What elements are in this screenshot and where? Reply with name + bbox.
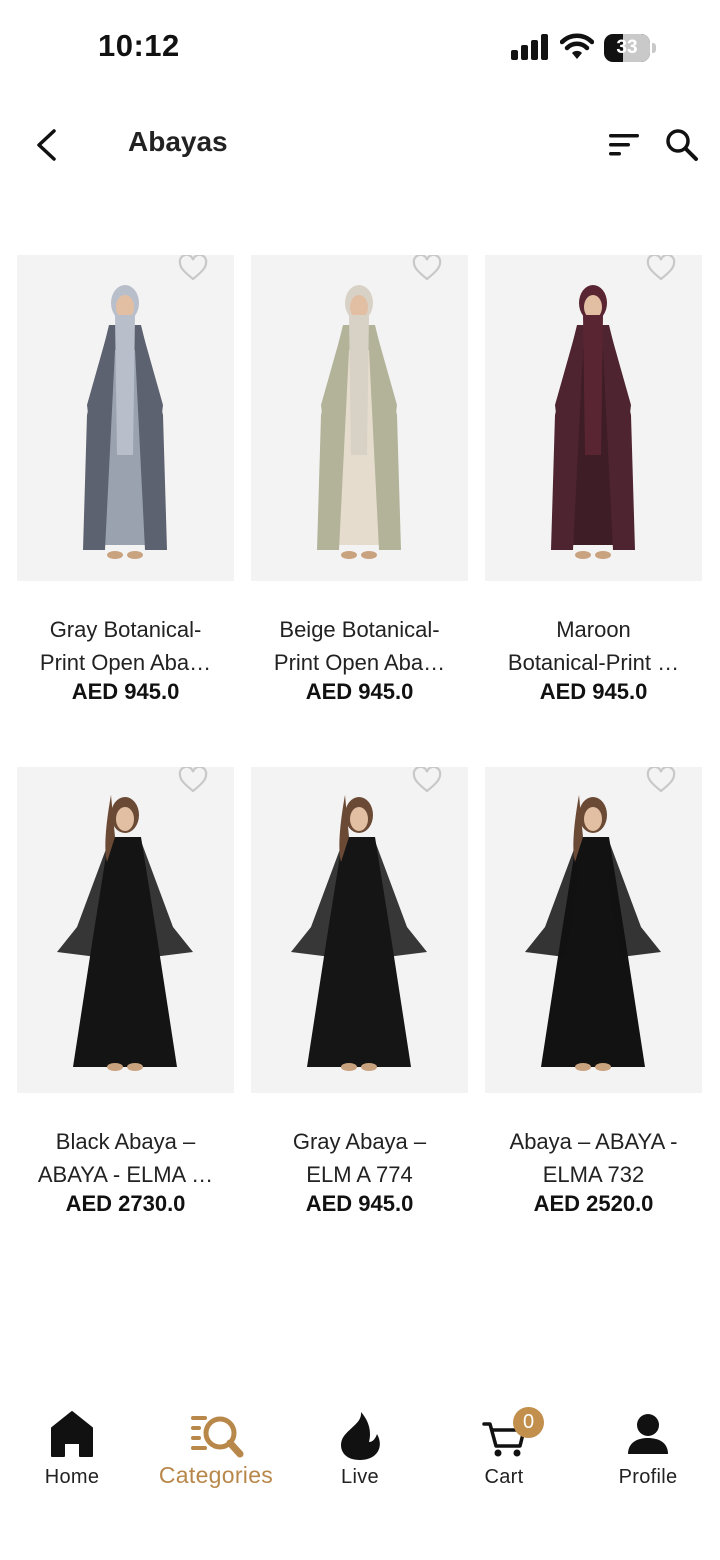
product-image[interactable] [17,767,234,1093]
figure-left-foot [575,551,591,559]
figure-right-foot [127,551,143,559]
heart-icon[interactable] [646,767,676,793]
figure-left-foot [107,551,123,559]
product-image[interactable] [485,767,702,1093]
figure-right-foot [361,551,377,559]
heart-icon[interactable] [412,255,442,281]
product-price: AED 945.0 [71,679,180,704]
categories-search-icon [191,1416,244,1458]
product-name: Maroon Botanical-Print … [475,613,712,679]
figure-face [584,807,602,831]
product-price: AED 945.0 [539,679,648,704]
figure-scarf [115,315,135,455]
tab-label: Live [341,1466,379,1488]
product-image[interactable] [17,255,234,581]
product-name-line1: Beige Botanical- [279,617,440,642]
figure-face [116,807,134,831]
tab-categories[interactable]: Categories [144,1390,288,1510]
figure-face [350,807,368,831]
sort-icon[interactable] [607,132,641,158]
heart-icon[interactable] [412,767,442,793]
product-price: AED 2520.0 [533,1191,654,1216]
product-photo [291,795,427,1071]
flame-icon [341,1412,380,1460]
product-photo [83,285,167,559]
page-title: Abayas [128,126,228,157]
battery-level: 33 [616,37,638,58]
product-photo [551,285,635,559]
product-name: Gray Abaya – ELM A 774 [241,1125,478,1191]
chevron-left-icon[interactable] [30,126,64,164]
product-name-line1: Gray Botanical- [49,617,202,642]
top-app-bar: Abayas [0,100,720,190]
product-photo [525,795,661,1071]
tab-profile[interactable]: Profile [576,1390,720,1510]
product-name-line1: Gray Abaya – [292,1129,427,1154]
tab-label: Profile [618,1466,678,1488]
product-name-line2: Botanical-Print … [507,650,680,675]
status-time: 10:12 [98,28,180,63]
product-price: AED 2730.0 [65,1191,186,1216]
search-icon[interactable] [665,128,699,162]
figure-right-foot [595,551,611,559]
product-name: Beige Botanical- Print Open Aba… [241,613,478,679]
product-name-line1: Maroon [556,617,631,642]
wifi-icon [560,33,594,59]
tab-live[interactable]: Live [288,1390,432,1510]
heart-icon[interactable] [646,255,676,281]
heart-icon[interactable] [178,767,208,793]
product-name: Abaya – ABAYA - ELMA 732 [475,1125,712,1191]
cart-icon [482,1422,526,1457]
tab-home[interactable]: Home [0,1390,144,1510]
product-name-line2: ELM A 774 [306,1162,413,1187]
tab-label: Categories [158,1462,274,1488]
profile-icon [628,1414,668,1454]
product-photo [57,795,193,1071]
figure-left-foot [341,1063,357,1071]
cart-count-badge: 0 [513,1407,544,1438]
figure-scarf [583,315,603,455]
product-name-line2: Print Open Aba… [39,650,212,675]
tab-cart[interactable]: Cart [432,1390,576,1510]
figure-left-foot [575,1063,591,1071]
product-name-line1: Black Abaya – [55,1129,196,1154]
product-price: AED 945.0 [305,679,414,704]
home-icon [51,1411,93,1457]
product-name: Black Abaya – ABAYA - ELMA … [7,1125,244,1191]
status-bar: 10:12 33 [0,0,720,96]
figure-right-foot [361,1063,377,1071]
tab-label: Home [44,1466,100,1488]
figure-left-foot [341,551,357,559]
product-name-line2: Print Open Aba… [273,650,446,675]
figure-scarf [349,315,369,455]
product-image[interactable] [485,255,702,581]
product-photo [317,285,401,559]
cellular-signal-icon [511,34,548,60]
product-image[interactable] [251,767,468,1093]
figure-left-foot [107,1063,123,1071]
heart-icon[interactable] [178,255,208,281]
product-name-line1: Abaya – ABAYA - [509,1129,678,1154]
bottom-nav: Home Categories Live Cart Profile [0,1390,720,1560]
product-name-line2: ABAYA - ELMA … [37,1162,214,1187]
figure-right-foot [127,1063,143,1071]
figure-right-foot [595,1063,611,1071]
battery-icon: 33 [604,34,650,62]
product-price: AED 945.0 [305,1191,414,1216]
product-name: Gray Botanical- Print Open Aba… [7,613,244,679]
product-image[interactable] [251,255,468,581]
product-name-line2: ELMA 732 [542,1162,645,1187]
tab-label: Cart [484,1466,524,1488]
